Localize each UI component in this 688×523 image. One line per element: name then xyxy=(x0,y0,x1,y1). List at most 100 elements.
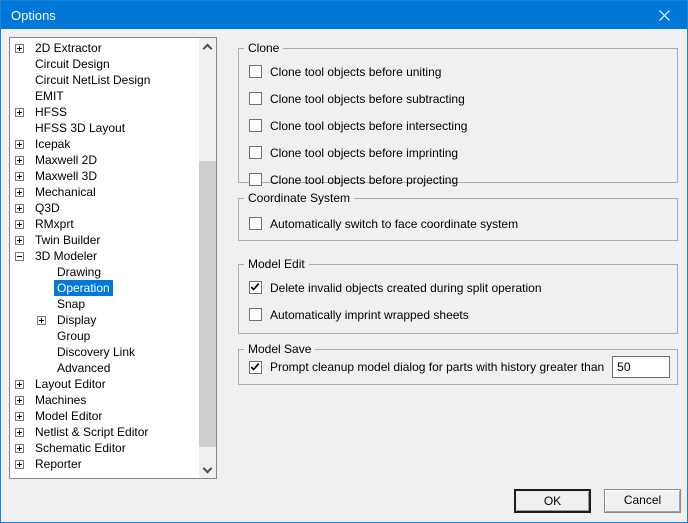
tree-item-label[interactable]: Circuit NetList Design xyxy=(32,72,153,88)
expand-plus-icon[interactable] xyxy=(15,444,24,453)
chevron-up-icon xyxy=(203,43,213,53)
tree-item[interactable]: Layout Editor xyxy=(10,376,199,392)
tree-item[interactable]: Advanced xyxy=(10,360,199,376)
checkbox-label[interactable]: Delete invalid objects created during sp… xyxy=(270,281,542,295)
checkbox-unchecked[interactable] xyxy=(249,119,262,132)
tree-item-label[interactable]: Twin Builder xyxy=(32,232,103,248)
tree-item-label[interactable]: HFSS xyxy=(32,104,70,120)
tree-item[interactable]: Maxwell 2D xyxy=(10,152,199,168)
tree-item[interactable]: Mechanical xyxy=(10,184,199,200)
close-button[interactable] xyxy=(641,1,687,29)
checkbox-unchecked[interactable] xyxy=(249,92,262,105)
tree-item[interactable]: Q3D xyxy=(10,200,199,216)
tree-item-label[interactable]: Group xyxy=(54,328,93,344)
checkbox-unchecked[interactable] xyxy=(249,173,262,186)
tree-item[interactable]: RMxprt xyxy=(10,216,199,232)
tree-item[interactable]: Display xyxy=(10,312,199,328)
tree-item-label[interactable]: Q3D xyxy=(32,200,63,216)
expand-plus-icon[interactable] xyxy=(15,204,24,213)
tree-item[interactable]: Netlist & Script Editor xyxy=(10,424,199,440)
tree-item-label[interactable]: Icepak xyxy=(32,136,73,152)
tree-item-label[interactable]: Circuit Design xyxy=(32,56,113,72)
tree-item[interactable]: Drawing xyxy=(10,264,199,280)
tree-item-label[interactable]: Maxwell 3D xyxy=(32,168,100,184)
tree-item[interactable]: 3D Modeler xyxy=(10,248,199,264)
tree-item[interactable]: Group xyxy=(10,328,199,344)
expand-plus-icon[interactable] xyxy=(37,316,46,325)
tree-scrollbar-track[interactable] xyxy=(199,38,216,478)
tree-item-label[interactable]: HFSS 3D Layout xyxy=(32,120,128,136)
ok-button[interactable]: OK xyxy=(514,489,591,513)
expand-plus-icon[interactable] xyxy=(15,396,24,405)
scroll-down-button[interactable] xyxy=(199,461,216,478)
checkbox-unchecked[interactable] xyxy=(249,308,262,321)
expand-plus-icon[interactable] xyxy=(15,412,24,421)
expand-plus-icon[interactable] xyxy=(15,172,24,181)
tree-item[interactable]: Machines xyxy=(10,392,199,408)
options-dialog: Options 2D ExtractorCircuit DesignCircui… xyxy=(0,0,688,523)
history-threshold-input[interactable] xyxy=(612,356,670,378)
tree-item-label[interactable]: Display xyxy=(54,312,99,328)
tree-item-label[interactable]: Netlist & Script Editor xyxy=(32,424,151,440)
expand-plus-icon[interactable] xyxy=(15,140,24,149)
tree-item-label[interactable]: EMIT xyxy=(32,88,67,104)
tree-item-label[interactable]: Snap xyxy=(54,296,88,312)
tree-item-label[interactable]: Layout Editor xyxy=(32,376,109,392)
expand-plus-icon[interactable] xyxy=(15,156,24,165)
tree-item[interactable]: Circuit Design xyxy=(10,56,199,72)
titlebar[interactable]: Options xyxy=(1,1,687,29)
checkbox-label[interactable]: Prompt cleanup model dialog for parts wi… xyxy=(270,360,604,374)
checkbox-label[interactable]: Clone tool objects before intersecting xyxy=(270,119,467,133)
tree-item[interactable]: Circuit NetList Design xyxy=(10,72,199,88)
tree-item-label[interactable]: Machines xyxy=(32,392,89,408)
tree-item[interactable]: Operation xyxy=(10,280,199,296)
tree-item[interactable]: Model Editor xyxy=(10,408,199,424)
tree-item-label[interactable]: Discovery Link xyxy=(54,344,138,360)
tree-item[interactable]: 2D Extractor xyxy=(10,40,199,56)
checkbox-checked[interactable] xyxy=(249,281,262,294)
tree-item[interactable]: EMIT xyxy=(10,88,199,104)
tree-item[interactable]: Maxwell 3D xyxy=(10,168,199,184)
tree-item-label[interactable]: Maxwell 2D xyxy=(32,152,100,168)
expand-plus-icon[interactable] xyxy=(15,380,24,389)
scrollbar-thumb[interactable] xyxy=(199,161,216,447)
checkbox-label[interactable]: Clone tool objects before subtracting xyxy=(270,92,465,106)
tree-item[interactable]: Icepak xyxy=(10,136,199,152)
tree-item-label[interactable]: Drawing xyxy=(54,264,104,280)
tree-item-label[interactable]: RMxprt xyxy=(32,216,77,232)
expand-plus-icon[interactable] xyxy=(15,44,24,53)
checkbox-label[interactable]: Clone tool objects before uniting xyxy=(270,65,441,79)
expand-plus-icon[interactable] xyxy=(15,236,24,245)
checkbox-checked[interactable] xyxy=(249,361,262,374)
tree-item[interactable]: HFSS xyxy=(10,104,199,120)
expand-plus-icon[interactable] xyxy=(15,428,24,437)
tree-item-label[interactable]: Schematic Editor xyxy=(32,440,129,456)
tree-item[interactable]: HFSS 3D Layout xyxy=(10,120,199,136)
tree-item-label[interactable]: Reporter xyxy=(32,456,85,472)
tree-item-label[interactable]: Model Editor xyxy=(32,408,105,424)
checkbox-unchecked[interactable] xyxy=(249,217,262,230)
checkbox-unchecked[interactable] xyxy=(249,146,262,159)
tree-item-label[interactable]: 2D Extractor xyxy=(32,40,105,56)
tree-item-label[interactable]: Operation xyxy=(54,280,113,296)
expand-plus-icon[interactable] xyxy=(15,188,24,197)
expand-plus-icon[interactable] xyxy=(15,108,24,117)
checkbox-label[interactable]: Automatically imprint wrapped sheets xyxy=(270,308,469,322)
checkbox-label[interactable]: Clone tool objects before imprinting xyxy=(270,146,458,160)
tree-item-label[interactable]: Advanced xyxy=(54,360,113,376)
tree-item[interactable]: Twin Builder xyxy=(10,232,199,248)
expand-plus-icon[interactable] xyxy=(15,460,24,469)
tree-item-label[interactable]: 3D Modeler xyxy=(32,248,100,264)
tree-item[interactable]: Reporter xyxy=(10,456,199,472)
checkbox-label[interactable]: Clone tool objects before projecting xyxy=(270,173,458,187)
checkbox-label[interactable]: Automatically switch to face coordinate … xyxy=(270,217,518,231)
tree-item[interactable]: Discovery Link xyxy=(10,344,199,360)
tree-item[interactable]: Snap xyxy=(10,296,199,312)
cancel-button[interactable]: Cancel xyxy=(604,489,681,513)
expand-plus-icon[interactable] xyxy=(15,220,24,229)
scroll-up-button[interactable] xyxy=(199,38,216,55)
tree-item[interactable]: Schematic Editor xyxy=(10,440,199,456)
checkbox-unchecked[interactable] xyxy=(249,65,262,78)
collapse-minus-icon[interactable] xyxy=(15,252,24,261)
tree-item-label[interactable]: Mechanical xyxy=(32,184,99,200)
